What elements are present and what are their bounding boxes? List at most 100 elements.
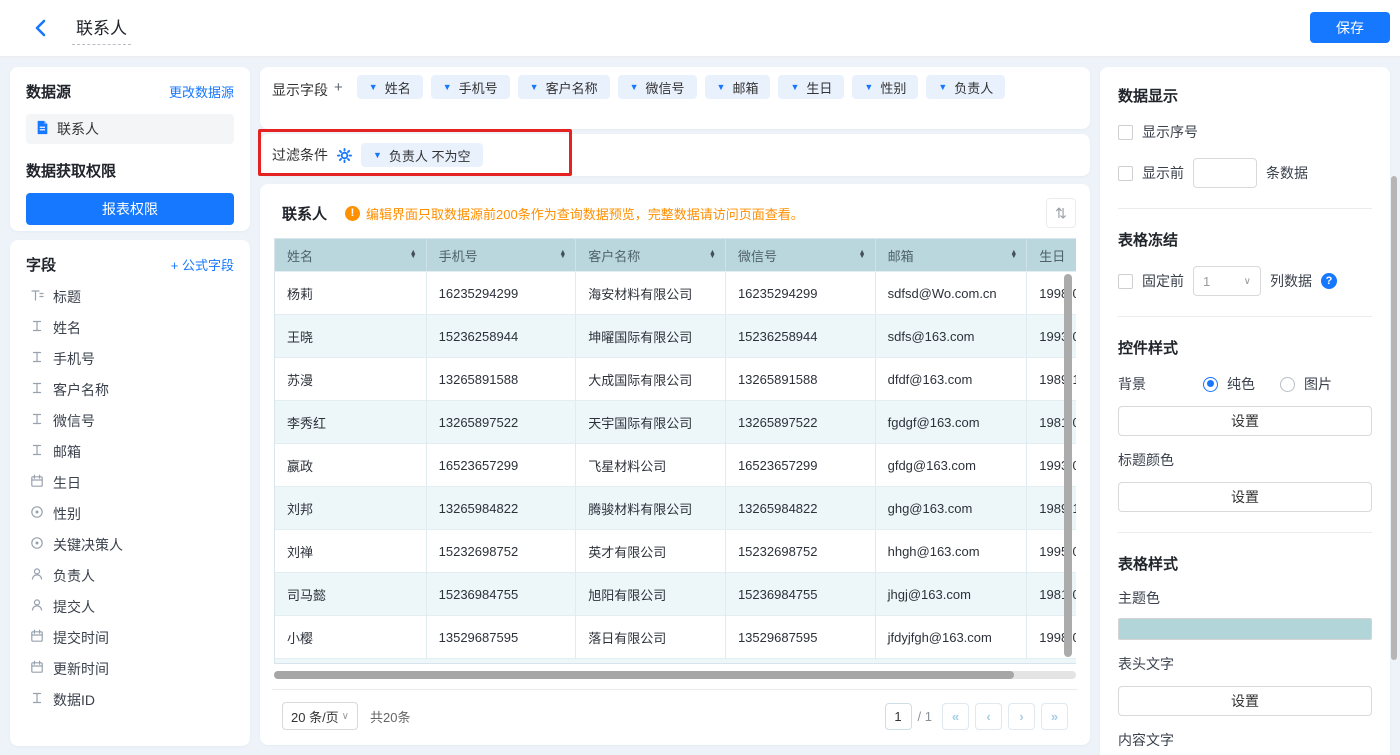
- sort-icon[interactable]: ▲ ▼: [559, 249, 566, 260]
- field-item[interactable]: 提交时间: [26, 622, 234, 653]
- table-cell: 15232698752: [725, 529, 876, 572]
- show-first-checkbox[interactable]: [1118, 165, 1133, 181]
- filter-condition-chip[interactable]: ▼ 负责人 不为空: [361, 143, 483, 167]
- column-header[interactable]: 客户名称 ▲ ▼: [576, 239, 726, 271]
- add-formula-field-link[interactable]: + 公式字段: [171, 255, 234, 274]
- table-cell: 飞星材料公司: [576, 443, 726, 486]
- column-header[interactable]: 邮箱 ▲ ▼: [876, 239, 1028, 271]
- filter-panel: 过滤条件 ▼ 负责人 不为空: [260, 134, 1090, 176]
- sort-icon[interactable]: ▲ ▼: [859, 249, 866, 260]
- image-radio[interactable]: [1280, 376, 1295, 392]
- field-item[interactable]: 微信号: [26, 405, 234, 436]
- display-fields-label: 显示字段: [272, 82, 328, 98]
- solid-color-label: 纯色: [1227, 376, 1255, 392]
- display-field-chip[interactable]: ▼ 负责人: [926, 75, 1006, 99]
- chevron-down-icon: ▼: [864, 81, 874, 92]
- sort-order-icon[interactable]: ⇅: [1046, 198, 1076, 228]
- table-preview-panel: 联系人 ! 编辑界面只取数据源前200条作为查询数据预览，完整数据请访问页面查看…: [260, 184, 1090, 745]
- page-title[interactable]: 联系人: [72, 12, 131, 45]
- field-item[interactable]: 负责人: [26, 560, 234, 591]
- text-field-icon: [30, 381, 44, 398]
- display-field-chip[interactable]: ▼ 生日: [778, 75, 845, 99]
- back-icon[interactable]: [28, 15, 54, 41]
- field-item[interactable]: 手机号: [26, 343, 234, 374]
- table-cell: 15236984755: [725, 572, 876, 615]
- display-field-chip[interactable]: ▼ 性别: [852, 75, 919, 99]
- calendar-icon: [30, 474, 44, 491]
- report-permission-button[interactable]: 报表权限: [26, 193, 234, 225]
- next-page-button[interactable]: ›: [1008, 702, 1035, 730]
- table-row: 杨莉 16235294299 海安材料有限公司 16235294299 sdfsd@Wo…: [275, 271, 1076, 314]
- display-field-chip[interactable]: ▼ 客户名称: [517, 75, 610, 99]
- current-page-input[interactable]: 1: [884, 702, 912, 730]
- theme-color-swatch[interactable]: [1118, 618, 1372, 640]
- gear-icon[interactable]: [337, 147, 352, 163]
- page-scrollbar-thumb[interactable]: [1391, 176, 1397, 660]
- save-button[interactable]: 保存: [1310, 12, 1390, 43]
- freeze-columns-checkbox[interactable]: [1118, 273, 1133, 289]
- horizontal-scrollbar-thumb[interactable]: [274, 671, 1014, 679]
- table-cell: 落日有限公司: [576, 615, 726, 658]
- field-item[interactable]: 更新时间: [26, 653, 234, 684]
- table-cell: 13529687595: [725, 615, 876, 658]
- last-page-button[interactable]: »: [1041, 702, 1068, 730]
- data-table: 姓名▲▼手机号▲▼客户名称▲▼微信号▲▼ 邮箱 ▲▼ 生日▲▼ 杨莉162352942…: [274, 238, 1076, 664]
- field-item[interactable]: 性别: [26, 498, 234, 529]
- column-header-label: 邮箱: [887, 248, 914, 264]
- column-header[interactable]: 手机号 ▲ ▼: [427, 239, 577, 271]
- field-item[interactable]: 生日: [26, 467, 234, 498]
- table-cell: sdfsd@Wo.com.cn: [875, 271, 1028, 314]
- field-item[interactable]: 姓名: [26, 312, 234, 343]
- title-color-label: 标题颜色: [1118, 452, 1174, 468]
- vertical-scrollbar[interactable]: [1064, 274, 1072, 657]
- table-cell: 15236984755: [426, 572, 577, 615]
- column-header[interactable]: 生日▲▼: [1027, 239, 1076, 271]
- add-display-field-button[interactable]: +: [334, 79, 343, 121]
- change-datasource-link[interactable]: 更改数据源: [169, 82, 234, 101]
- help-icon[interactable]: ?: [1321, 273, 1337, 289]
- datasource-item-label: 联系人: [57, 121, 99, 137]
- chevron-down-icon: ▼: [373, 149, 382, 160]
- table-cell: 刘禅: [275, 529, 427, 572]
- display-field-chip[interactable]: ▼ 邮箱: [704, 75, 771, 99]
- datasource-item[interactable]: 联系人: [26, 114, 234, 144]
- table-cell: 13265891588: [426, 357, 577, 400]
- display-field-chip-label: 手机号: [458, 80, 498, 96]
- field-item[interactable]: 客户名称: [26, 374, 234, 405]
- display-field-chip[interactable]: ▼ 姓名: [356, 75, 423, 99]
- sort-icon[interactable]: ▲ ▼: [1010, 249, 1017, 260]
- column-header[interactable]: 姓名 ▲ ▼: [275, 239, 427, 271]
- field-item[interactable]: 邮箱: [26, 436, 234, 467]
- freeze-columns-select[interactable]: 1 ∨: [1193, 266, 1261, 296]
- table-cell: 嬴政: [275, 443, 427, 486]
- header-text-set-button[interactable]: 设置: [1118, 686, 1372, 716]
- field-item[interactable]: 数据ID: [26, 684, 234, 715]
- first-page-button[interactable]: «: [942, 702, 969, 730]
- widget-style-title: 控件样式: [1118, 340, 1179, 357]
- show-first-count-input[interactable]: [1193, 158, 1257, 188]
- text-field-icon: [30, 319, 44, 336]
- field-item[interactable]: 关键决策人: [26, 529, 234, 560]
- app-root: 联系人 保存 数据源 更改数据源 联系人 数据获取权限 报表权限 字段 + 公式…: [0, 0, 1400, 755]
- page-size-select[interactable]: 20 条/页 ∨: [282, 702, 358, 730]
- field-item[interactable]: 标题: [26, 281, 234, 312]
- table-cell: 苏漫: [275, 357, 427, 400]
- display-field-chip[interactable]: ▼ 手机号: [430, 75, 510, 99]
- show-index-checkbox[interactable]: [1118, 124, 1133, 140]
- pagination-bar: 20 条/页 ∨ 共20条 1 / 1 «‹ ›»: [272, 689, 1078, 730]
- table-cell: 天宇国际有限公司: [576, 400, 726, 443]
- sort-icon[interactable]: ▲ ▼: [709, 249, 716, 260]
- sort-icon[interactable]: ▲ ▼: [410, 249, 417, 260]
- field-item[interactable]: 提交人: [26, 591, 234, 622]
- calendar-icon: [30, 629, 44, 646]
- display-field-chip-label: 客户名称: [545, 80, 598, 96]
- display-field-chip[interactable]: ▼ 微信号: [617, 75, 697, 99]
- field-item-label: 更新时间: [53, 660, 109, 677]
- background-set-button[interactable]: 设置: [1118, 406, 1372, 436]
- table-cell: 15236258944: [725, 314, 876, 357]
- title-color-set-button[interactable]: 设置: [1118, 482, 1372, 512]
- data-display-title: 数据显示: [1118, 88, 1179, 105]
- column-header[interactable]: 微信号 ▲ ▼: [726, 239, 876, 271]
- prev-page-button[interactable]: ‹: [975, 702, 1002, 730]
- solid-color-radio[interactable]: [1203, 376, 1218, 392]
